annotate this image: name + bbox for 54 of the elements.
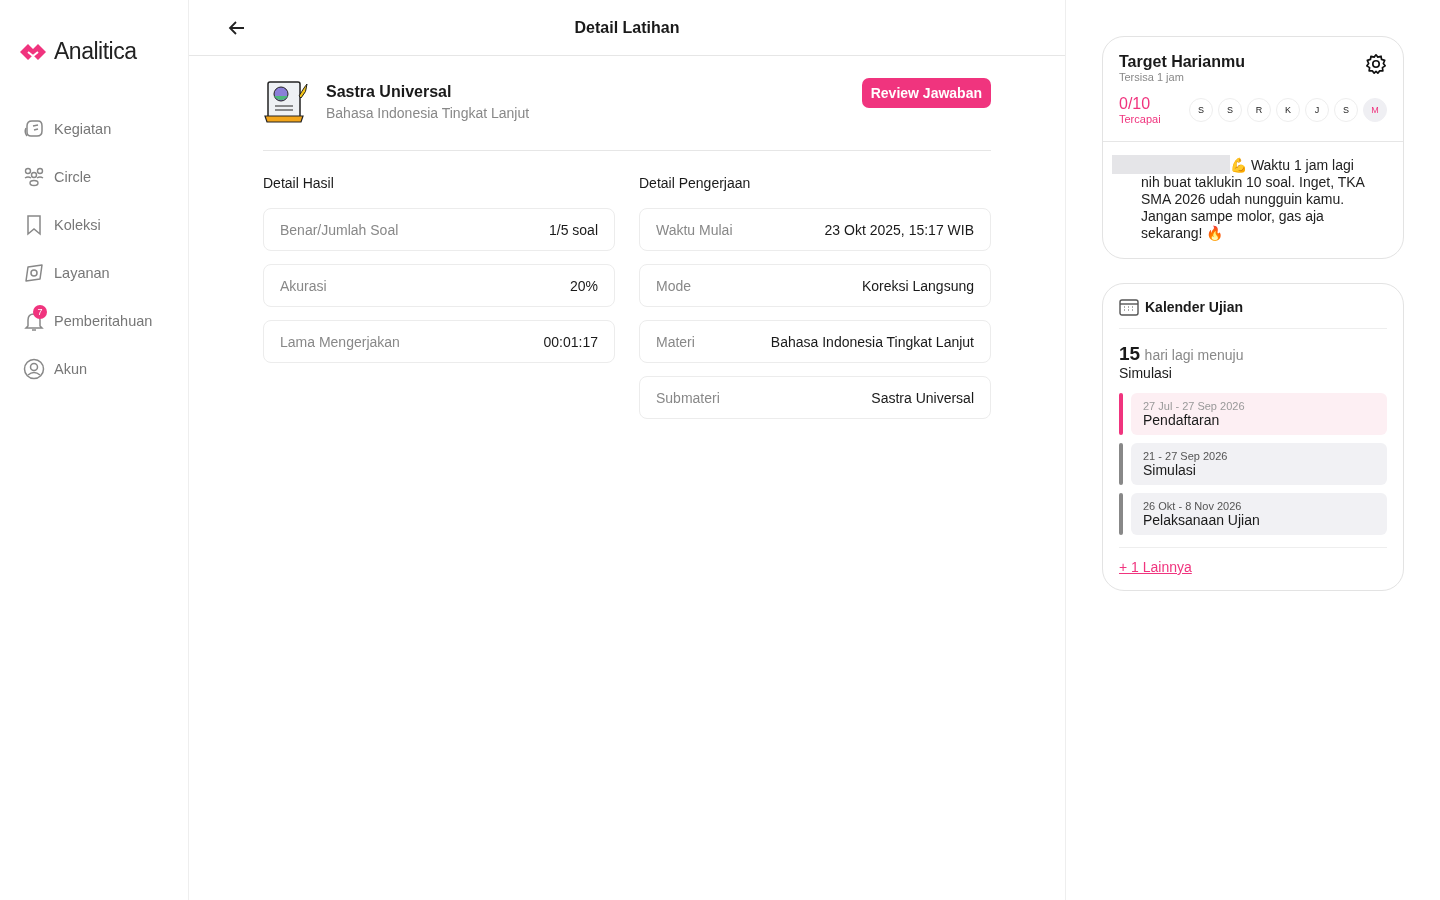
detail-value: 23 Okt 2025, 15:17 WIB bbox=[824, 221, 974, 238]
event-name: Pelaksanaan Ujian bbox=[1143, 512, 1261, 528]
card-title: Target Harianmu bbox=[1119, 53, 1245, 71]
chat-icon bbox=[23, 118, 45, 140]
detail-label: Mode bbox=[656, 277, 692, 294]
detail-label: Lama Mengerjakan bbox=[280, 333, 400, 350]
progress-label: Tercapai bbox=[1119, 113, 1161, 125]
event-date: 27 Jul - 27 Sep 2026 bbox=[1143, 400, 1246, 412]
detail-label: Submateri bbox=[656, 389, 720, 406]
detail-value: Koreksi Langsung bbox=[861, 277, 974, 294]
settings-icon[interactable] bbox=[1365, 53, 1387, 75]
sidebar-item[interactable]: Koleksi bbox=[0, 201, 188, 249]
sidebar-item[interactable]: Kegiatan bbox=[0, 105, 188, 153]
days-count-caption: hari lagi menuju bbox=[1144, 347, 1244, 363]
detail-value: 1/5 soal bbox=[548, 221, 598, 238]
user-icon bbox=[23, 358, 45, 380]
motivation-message: nih buat taklukin 10 soal. Inget, TKA SMA 2026 udah nungguin kamu. Jangan sampe molor, gas aja sekarang! 🔥 bbox=[1141, 174, 1366, 242]
detail-value: 00:01:17 bbox=[543, 333, 598, 350]
event-date: 26 Okt - 8 Nov 2026 bbox=[1143, 500, 1243, 512]
bell-icon bbox=[23, 310, 45, 332]
sidebar-item[interactable]: 7 Pemberitahuan bbox=[0, 297, 188, 345]
subject-title: Sastra Universal bbox=[326, 83, 453, 101]
day-indicator: M bbox=[1363, 98, 1387, 122]
detail-label: Benar/Jumlah Soal bbox=[280, 221, 399, 238]
detail-value: Sastra Universal bbox=[871, 389, 974, 406]
event-name: Pendaftaran bbox=[1143, 412, 1221, 428]
document-icon bbox=[263, 80, 309, 124]
sidebar-item[interactable]: Layanan bbox=[0, 249, 188, 297]
section-title: Detail Pengerjaan bbox=[639, 175, 752, 191]
event-date: 21 - 27 Sep 2026 bbox=[1143, 450, 1229, 462]
target-event: Simulasi bbox=[1119, 365, 1173, 381]
motivation-message: 💪 Waktu 1 jam lagi bbox=[1230, 157, 1354, 174]
more-link[interactable]: + 1 Lainnya bbox=[1119, 559, 1192, 575]
sidebar-item[interactable]: Akun bbox=[0, 345, 188, 393]
calendar-icon bbox=[1119, 298, 1139, 316]
detail-label: Akurasi bbox=[280, 277, 327, 294]
section-title: Detail Hasil bbox=[263, 175, 335, 191]
detail-value: Bahasa Indonesia Tingkat Lanjut bbox=[770, 333, 974, 350]
subject-subtitle: Bahasa Indonesia Tingkat Lanjut bbox=[326, 105, 531, 121]
review-answers-button[interactable]: Review Jawaban bbox=[861, 78, 991, 108]
page-title: Detail Latihan bbox=[574, 18, 680, 37]
card-title: Kalender Ujian bbox=[1145, 299, 1244, 315]
detail-value: 20% bbox=[569, 277, 598, 294]
detail-label: Materi bbox=[656, 333, 695, 350]
progress-count: 0/10 bbox=[1119, 95, 1152, 113]
detail-label: Waktu Mulai bbox=[656, 221, 733, 238]
sidebar-item[interactable]: Circle bbox=[0, 153, 188, 201]
days-count: 15 bbox=[1119, 343, 1141, 364]
camera-icon bbox=[23, 262, 45, 284]
people-icon bbox=[23, 166, 45, 188]
remaining-time: Tersisa 1 jam bbox=[1119, 71, 1185, 83]
event-name: Simulasi bbox=[1143, 462, 1197, 478]
notification-badge: 7 bbox=[33, 305, 47, 319]
logo-text: Analitica bbox=[54, 38, 137, 65]
